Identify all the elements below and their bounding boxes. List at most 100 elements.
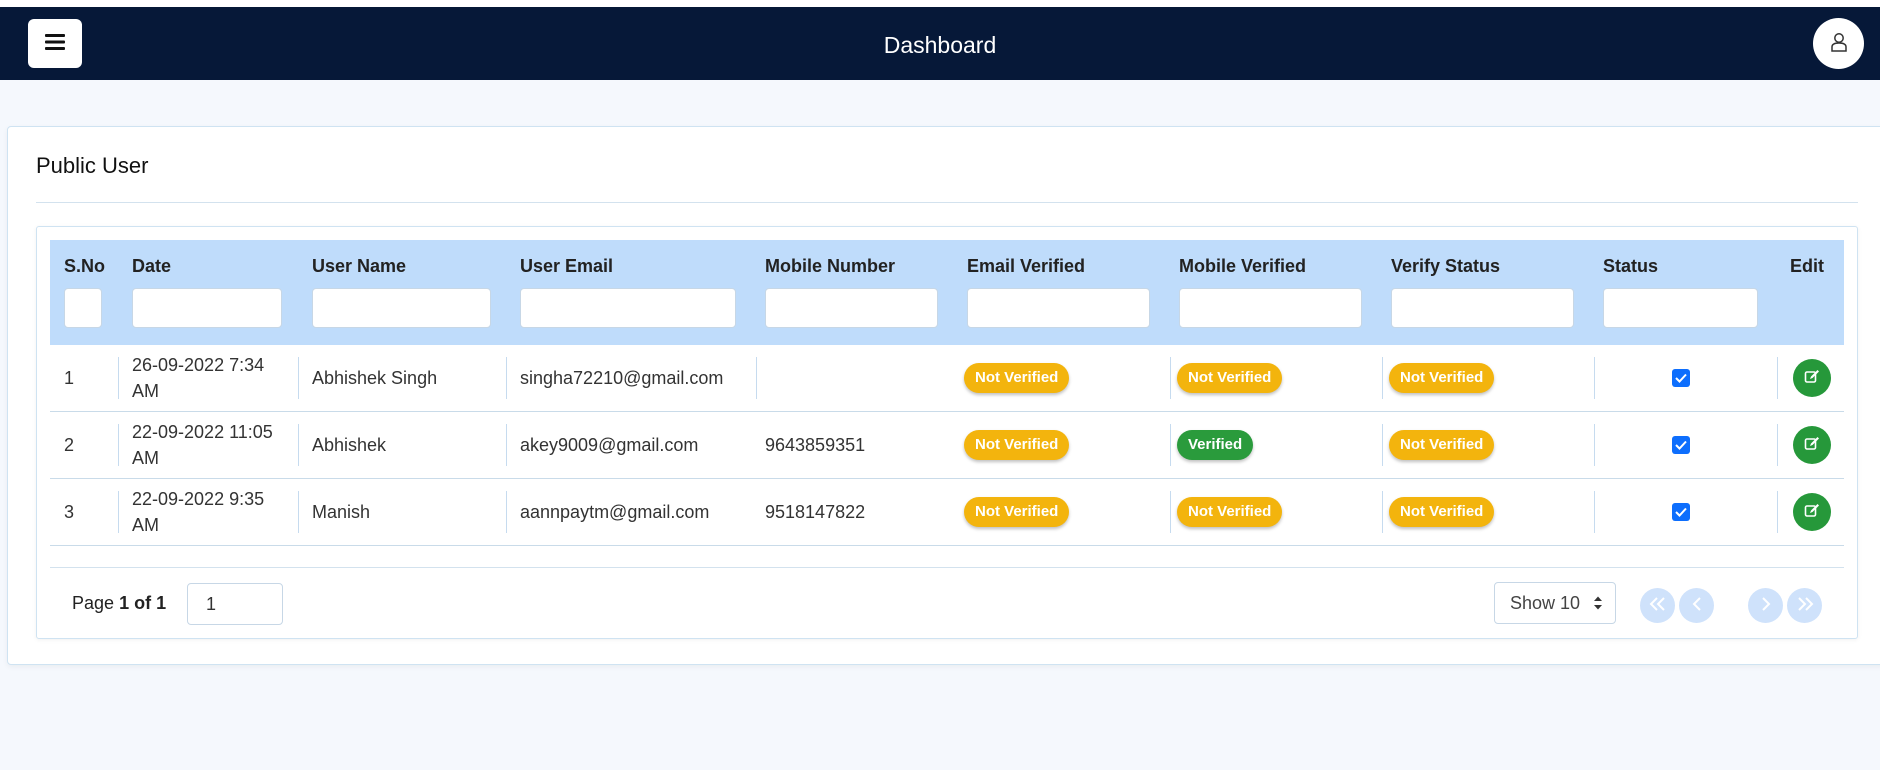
header-date[interactable]: Date xyxy=(132,256,171,277)
status-badge: Not Verified xyxy=(1389,497,1495,527)
column-separator xyxy=(1777,357,1778,399)
cell-user-email: singha72210@gmail.com xyxy=(520,368,724,388)
column-separator xyxy=(1594,491,1595,533)
filter-mobile-verified-input[interactable] xyxy=(1179,288,1362,328)
cell-edit xyxy=(1793,345,1831,411)
cell-user-email: aannpaytm@gmail.com xyxy=(520,502,710,522)
status-badge: Not Verified xyxy=(1177,497,1283,527)
cell-date: 26-09-2022 7:34 AM xyxy=(132,355,265,401)
user-icon xyxy=(1830,32,1848,55)
header-sno: S.No xyxy=(64,256,106,276)
edit-icon xyxy=(1804,503,1820,522)
column-separator xyxy=(1777,424,1778,466)
cell-email-verified: Not Verified xyxy=(964,345,1070,411)
edit-button[interactable] xyxy=(1793,426,1831,464)
edit-icon xyxy=(1804,369,1820,388)
status-badge: Verified xyxy=(1177,430,1254,460)
navbar: Dashboard xyxy=(0,7,1880,80)
cell-email-verified: Not Verified xyxy=(964,479,1070,545)
filter-verify-status-input[interactable] xyxy=(1391,288,1574,328)
column-separator xyxy=(756,357,757,399)
column-separator xyxy=(298,491,299,533)
cell-user-name: Abhishek xyxy=(312,435,387,455)
header-status[interactable]: Status xyxy=(1603,256,1658,277)
cell-user-name: Abhishek Singh xyxy=(312,368,438,388)
cell-date: 22-09-2022 11:05 AM xyxy=(132,422,273,468)
card-title: Public User xyxy=(36,153,149,178)
header-mobile-number[interactable]: Mobile Number xyxy=(765,256,895,277)
header-email-verified[interactable]: Email Verified xyxy=(967,256,1085,277)
column-separator xyxy=(1382,424,1383,466)
cell-status xyxy=(1672,479,1690,545)
last-page-icon xyxy=(1796,595,1814,616)
status-checkbox[interactable] xyxy=(1672,503,1690,521)
cell-sno: 3 xyxy=(64,502,75,522)
column-separator xyxy=(298,424,299,466)
cell-verify-status: Not Verified xyxy=(1389,479,1495,545)
filter-date-input[interactable] xyxy=(132,288,282,328)
column-separator xyxy=(118,491,119,533)
status-badge: Not Verified xyxy=(964,497,1070,527)
cell-sno: 1 xyxy=(64,368,75,388)
header-user-email[interactable]: User Email xyxy=(520,256,613,277)
cell-edit xyxy=(1793,412,1831,478)
first-page-button[interactable] xyxy=(1640,588,1675,623)
page-indicator: Page 1 of 1 xyxy=(72,593,167,613)
edit-icon xyxy=(1804,436,1820,455)
status-checkbox[interactable] xyxy=(1672,369,1690,387)
table-row: 1 26-09-2022 7:34 AM Abhishek Singh singh… xyxy=(50,345,1844,412)
cell-mobile-verified: Not Verified xyxy=(1177,345,1283,411)
users-table: S.No Date User Name User Email Mobile Nu… xyxy=(36,226,1858,639)
next-page-button[interactable] xyxy=(1748,588,1783,623)
cell-user-email: akey9009@gmail.com xyxy=(520,435,699,455)
header-user-name[interactable]: User Name xyxy=(312,256,406,277)
top-strip xyxy=(0,0,1880,7)
cell-mobile-verified: Verified xyxy=(1177,412,1254,478)
cell-date: 22-09-2022 9:35 AM xyxy=(132,489,265,535)
column-separator xyxy=(1382,491,1383,533)
column-separator xyxy=(118,424,119,466)
divider xyxy=(36,202,1858,203)
filter-email-verified-input[interactable] xyxy=(967,288,1150,328)
header-edit: Edit xyxy=(1790,256,1824,276)
table-row: 3 22-09-2022 9:35 AM Manish aannpaytm@gma… xyxy=(50,479,1844,546)
column-separator xyxy=(1170,491,1171,533)
status-badge: Not Verified xyxy=(1177,363,1283,393)
status-badge: Not Verified xyxy=(1389,430,1495,460)
status-checkbox[interactable] xyxy=(1672,436,1690,454)
filter-status-input[interactable] xyxy=(1603,288,1758,328)
filter-user-email-input[interactable] xyxy=(520,288,736,328)
status-badge: Not Verified xyxy=(1389,363,1495,393)
column-separator xyxy=(298,357,299,399)
column-separator xyxy=(506,357,507,399)
edit-button[interactable] xyxy=(1793,493,1831,531)
column-separator xyxy=(1382,357,1383,399)
cell-mobile-verified: Not Verified xyxy=(1177,479,1283,545)
previous-page-icon xyxy=(1692,595,1702,616)
first-page-icon xyxy=(1649,595,1667,616)
cell-verify-status: Not Verified xyxy=(1389,345,1495,411)
header-verify-status[interactable]: Verify Status xyxy=(1391,256,1500,277)
header-mobile-verified[interactable]: Mobile Verified xyxy=(1179,256,1306,277)
page-size-select[interactable]: Show 10 xyxy=(1494,582,1616,624)
cell-user-name: Manish xyxy=(312,502,371,522)
edit-button[interactable] xyxy=(1793,359,1831,397)
cell-mobile-number: 9518147822 xyxy=(765,502,866,522)
table-row: 2 22-09-2022 11:05 AM Abhishek akey9009@g… xyxy=(50,412,1844,479)
column-separator xyxy=(118,357,119,399)
column-separator xyxy=(506,424,507,466)
filter-user-name-input[interactable] xyxy=(312,288,491,328)
cell-verify-status: Not Verified xyxy=(1389,412,1495,478)
last-page-button[interactable] xyxy=(1787,588,1822,623)
filter-sno-input[interactable] xyxy=(64,288,102,328)
page-number-input[interactable] xyxy=(187,583,283,625)
status-badge: Not Verified xyxy=(964,363,1070,393)
cell-status xyxy=(1672,412,1690,478)
page-title: Dashboard xyxy=(883,32,997,58)
next-page-icon xyxy=(1761,595,1771,616)
user-profile-button[interactable] xyxy=(1813,18,1864,69)
column-separator xyxy=(1594,357,1595,399)
previous-page-button[interactable] xyxy=(1679,588,1714,623)
status-badge: Not Verified xyxy=(964,430,1070,460)
filter-mobile-number-input[interactable] xyxy=(765,288,938,328)
